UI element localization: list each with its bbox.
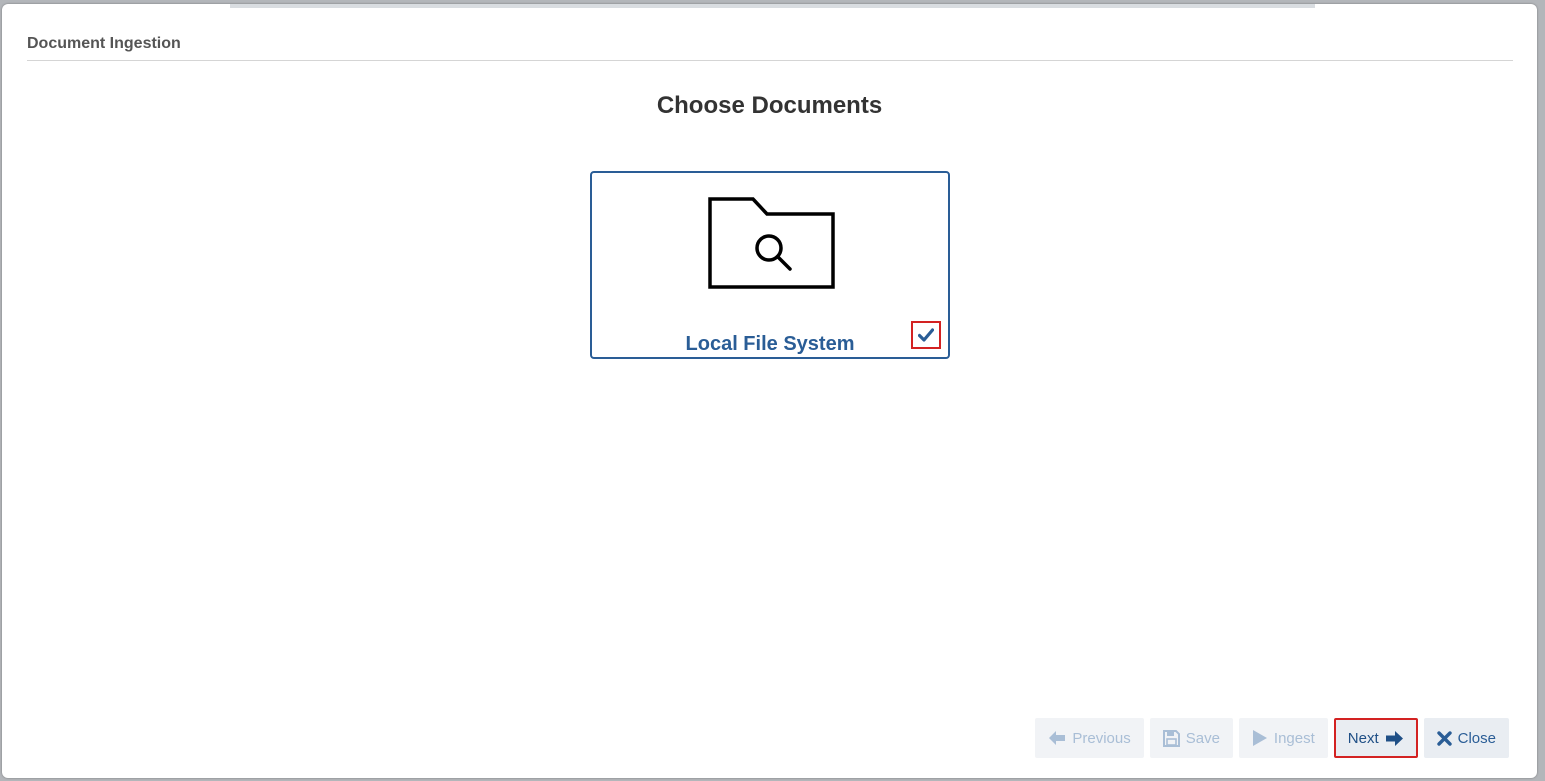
selected-checkmark[interactable] (911, 321, 941, 349)
arrow-right-icon (1385, 730, 1404, 747)
play-icon (1252, 729, 1268, 747)
arrow-left-icon (1048, 730, 1066, 746)
ingest-label: Ingest (1273, 729, 1315, 747)
close-label: Close (1457, 729, 1496, 747)
card-label: Local File System (685, 333, 855, 355)
background-strip (230, 4, 1315, 8)
save-label: Save (1185, 729, 1220, 747)
document-ingestion-dialog: Document Ingestion Choose Documents Loca… (2, 4, 1537, 778)
next-label: Next (1347, 729, 1379, 747)
previous-button[interactable]: Previous (1035, 718, 1144, 758)
close-button[interactable]: Close (1423, 718, 1509, 758)
footer-button-bar: Previous Save Ingest Next Close (1035, 718, 1509, 758)
next-button[interactable]: Next (1333, 718, 1418, 758)
page-heading: Choose Documents (656, 92, 883, 119)
previous-label: Previous (1072, 729, 1131, 747)
ingest-button[interactable]: Ingest (1238, 718, 1328, 758)
save-button[interactable]: Save (1149, 718, 1233, 758)
dialog-header: Document Ingestion (27, 34, 1513, 61)
x-close-icon (1436, 730, 1452, 746)
floppy-disk-icon (1162, 729, 1180, 747)
local-file-system-card[interactable]: Local File System (590, 171, 950, 359)
dialog-title: Document Ingestion (27, 35, 181, 52)
folder-search-icon (708, 197, 835, 289)
checkmark-icon (918, 328, 934, 342)
